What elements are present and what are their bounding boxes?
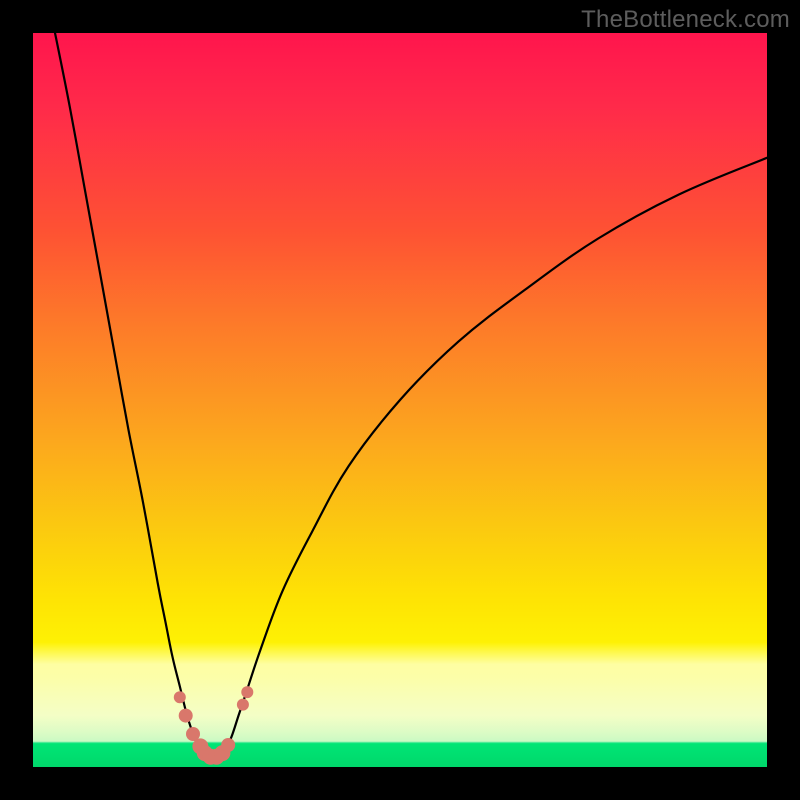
marker-point — [237, 699, 249, 711]
chart-frame: TheBottleneck.com — [0, 0, 800, 800]
marker-point — [221, 738, 235, 752]
watermark-text: TheBottleneck.com — [581, 6, 790, 34]
highlight-markers — [174, 686, 254, 765]
plot-area — [33, 33, 767, 767]
bottleneck-curve — [55, 33, 767, 761]
marker-point — [179, 709, 193, 723]
marker-point — [174, 691, 186, 703]
curve-layer — [33, 33, 767, 767]
marker-point — [241, 686, 253, 698]
